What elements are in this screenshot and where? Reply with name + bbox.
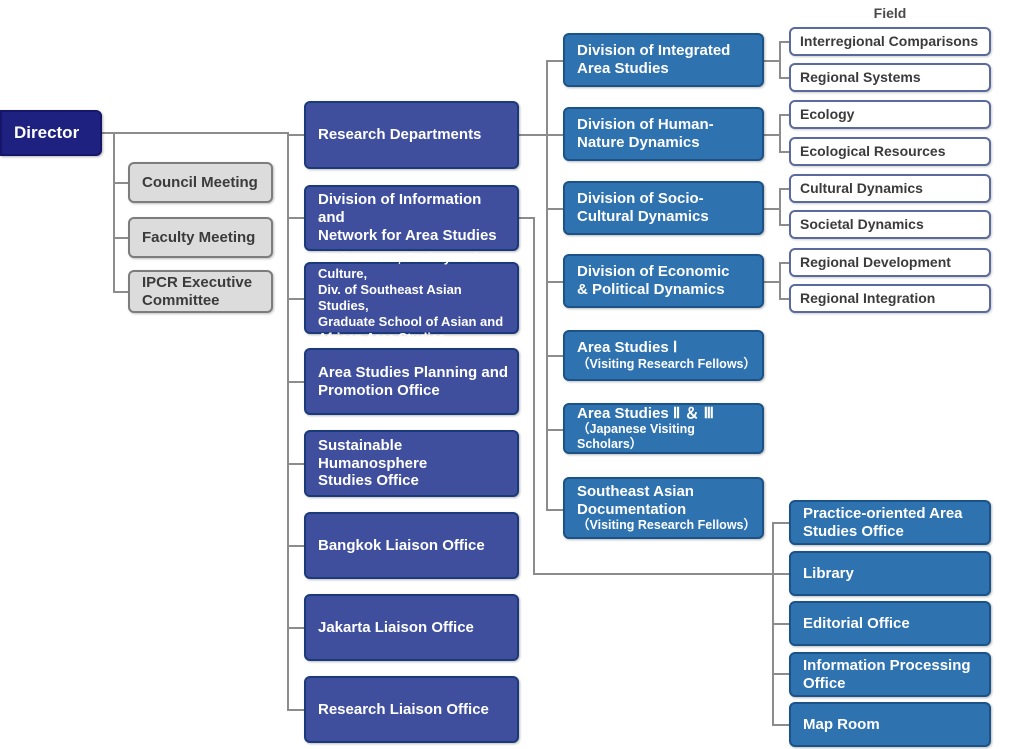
node-council-meeting[interactable]: Council Meeting	[128, 162, 273, 203]
node-map-room-label: Map Room	[803, 715, 880, 733]
node-environment-society-culture[interactable]: Environment, Society and Culture, Div. of…	[304, 250, 519, 345]
node-practice-oriented-area-studies-office-label: Practice-oriented Area Studies Office	[803, 504, 963, 540]
connector-center-6	[287, 545, 305, 547]
node-map-room[interactable]: Map Room	[789, 702, 991, 747]
node-division-integrated-area-studies[interactable]: Division of Integrated Area Studies	[563, 33, 764, 87]
connector-division-2	[546, 134, 564, 136]
node-division-human-nature-dynamics[interactable]: Division of Human- Nature Dynamics	[563, 107, 764, 161]
node-field-regional-systems-label: Regional Systems	[800, 69, 921, 86]
node-faculty-meeting-label: Faculty Meeting	[142, 228, 256, 246]
connector-division-6	[546, 429, 564, 431]
node-field-ecology[interactable]: Ecology	[789, 100, 991, 129]
connector-committee-spine	[113, 132, 115, 292]
node-ipcr-executive-committee[interactable]: IPCR Executive Committee	[128, 270, 273, 313]
connector-research-out	[519, 134, 548, 136]
connector-support-2	[772, 573, 790, 575]
connector-field-spine-2	[779, 114, 781, 151]
connector-field-spine-4	[779, 262, 781, 298]
connector-center-1	[287, 134, 305, 136]
connector-division-spine	[546, 60, 548, 510]
node-field-cultural-dynamics-label: Cultural Dynamics	[800, 180, 923, 197]
connector-center-2	[287, 217, 305, 219]
connector-support-5	[772, 724, 790, 726]
connector-field-spine-3	[779, 188, 781, 224]
node-area-studies-planning-office[interactable]: Area Studies Planning and Promotion Offic…	[304, 348, 519, 415]
connector-director-trunk	[100, 132, 289, 134]
node-southeast-asian-documentation-sublabel: （Visiting Research Fellows）	[577, 518, 756, 533]
node-division-socio-cultural-dynamics-label: Division of Socio- Cultural Dynamics	[577, 190, 709, 225]
node-field-societal-dynamics-label: Societal Dynamics	[800, 216, 924, 233]
node-field-ecology-label: Ecology	[800, 106, 855, 123]
node-field-regional-development[interactable]: Regional Development	[789, 248, 991, 277]
node-sustainable-humanosphere-office-label: Sustainable Humanosphere Studies Office	[318, 436, 428, 490]
node-bangkok-liaison-office-label: Bangkok Liaison Office	[318, 536, 485, 554]
connector-division-4	[546, 281, 564, 283]
connector-support-3	[772, 623, 790, 625]
connector-support-feed	[533, 573, 774, 575]
node-field-cultural-dynamics[interactable]: Cultural Dynamics	[789, 174, 991, 203]
connector-infonet-drop	[533, 217, 535, 575]
connector-center-7	[287, 627, 305, 629]
connector-division-1	[546, 60, 564, 62]
node-research-departments-label: Research Departments	[318, 126, 482, 144]
node-sustainable-humanosphere-office[interactable]: Sustainable Humanosphere Studies Office	[304, 430, 519, 497]
connector-support-1	[772, 522, 790, 524]
node-area-studies-planning-office-label: Area Studies Planning and Promotion Offic…	[318, 363, 509, 399]
node-southeast-asian-documentation[interactable]: Southeast Asian Documentation （Visiting R…	[563, 477, 764, 539]
connector-support-4	[772, 673, 790, 675]
node-field-societal-dynamics[interactable]: Societal Dynamics	[789, 210, 991, 239]
node-division-integrated-area-studies-label: Division of Integrated Area Studies	[577, 42, 731, 77]
node-field-interregional-comparisons-label: Interregional Comparisons	[800, 33, 979, 50]
connector-center-8	[287, 709, 305, 711]
node-director-label: Director	[14, 122, 80, 142]
connector-division-3	[546, 208, 564, 210]
node-director[interactable]: Director	[0, 110, 102, 156]
node-information-processing-office-label: Information Processing Office	[803, 656, 971, 692]
node-library-label: Library	[803, 564, 854, 582]
node-research-liaison-office-label: Research Liaison Office	[318, 700, 489, 718]
node-faculty-meeting[interactable]: Faculty Meeting	[128, 217, 273, 258]
node-area-studies-1[interactable]: Area Studies Ⅰ （Visiting Research Fellow…	[563, 330, 764, 381]
node-division-socio-cultural-dynamics[interactable]: Division of Socio- Cultural Dynamics	[563, 181, 764, 235]
node-southeast-asian-documentation-label: Southeast Asian Documentation	[577, 482, 694, 518]
connector-field-spine-1	[779, 41, 781, 77]
node-research-departments[interactable]: Research Departments	[304, 101, 519, 169]
connector-center-4	[287, 381, 305, 383]
node-environment-society-culture-label: Environment, Society and Culture, Div. of…	[318, 250, 504, 345]
node-research-liaison-office[interactable]: Research Liaison Office	[304, 676, 519, 743]
node-area-studies-1-sublabel: （Visiting Research Fellows）	[577, 356, 756, 371]
node-area-studies-2-3-sublabel: （Japanese Visiting Scholars）	[577, 422, 695, 452]
node-field-ecological-resources-label: Ecological Resources	[800, 143, 946, 160]
connector-center-3	[287, 298, 305, 300]
node-field-ecological-resources[interactable]: Ecological Resources	[789, 137, 991, 166]
node-information-processing-office[interactable]: Information Processing Office	[789, 652, 991, 697]
node-editorial-office-label: Editorial Office	[803, 614, 910, 632]
node-editorial-office[interactable]: Editorial Office	[789, 601, 991, 646]
node-jakarta-liaison-office[interactable]: Jakarta Liaison Office	[304, 594, 519, 661]
node-practice-oriented-area-studies-office[interactable]: Practice-oriented Area Studies Office	[789, 500, 991, 545]
node-field-regional-systems[interactable]: Regional Systems	[789, 63, 991, 92]
node-library[interactable]: Library	[789, 551, 991, 596]
node-division-economic-political-dynamics-label: Division of Economic & Political Dynamics	[577, 263, 730, 298]
node-area-studies-2-3[interactable]: Area Studies Ⅱ ＆ Ⅲ （Japanese Visiting Sc…	[563, 403, 764, 454]
node-field-regional-development-label: Regional Development	[800, 254, 951, 271]
node-field-interregional-comparisons[interactable]: Interregional Comparisons	[789, 27, 991, 56]
node-division-information-network[interactable]: Division of Information and Network for A…	[304, 185, 519, 251]
node-bangkok-liaison-office[interactable]: Bangkok Liaison Office	[304, 512, 519, 579]
organization-chart: Field Director Council Meeting Faculty M…	[0, 0, 1024, 749]
node-field-regional-integration-label: Regional Integration	[800, 290, 936, 307]
node-council-meeting-label: Council Meeting	[142, 173, 258, 191]
field-column-header: Field	[873, 5, 907, 21]
connector-division-7	[546, 509, 564, 511]
node-division-human-nature-dynamics-label: Division of Human- Nature Dynamics	[577, 116, 714, 151]
node-ipcr-executive-committee-label: IPCR Executive Committee	[142, 273, 253, 309]
node-area-studies-1-label: Area Studies Ⅰ	[577, 339, 678, 357]
connector-division-5	[546, 355, 564, 357]
node-jakarta-liaison-office-label: Jakarta Liaison Office	[318, 618, 474, 636]
node-division-information-network-label: Division of Information and Network for A…	[318, 191, 497, 244]
node-area-studies-2-3-label: Area Studies Ⅱ ＆ Ⅲ	[577, 404, 714, 422]
node-division-economic-political-dynamics[interactable]: Division of Economic & Political Dynamics	[563, 254, 764, 308]
node-field-regional-integration[interactable]: Regional Integration	[789, 284, 991, 313]
connector-center-5	[287, 463, 305, 465]
